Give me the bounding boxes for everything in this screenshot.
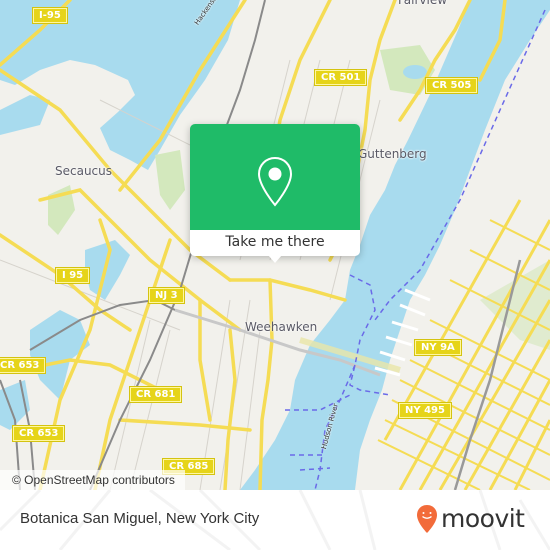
road-shield-cr501: CR 501: [315, 70, 367, 85]
map-pin-icon: [257, 156, 293, 207]
road-shield-ny9a: NY 9A: [415, 340, 461, 355]
road-shield-cr505: CR 505: [426, 78, 478, 93]
take-me-there-button[interactable]: Take me there: [190, 230, 360, 256]
road-shield-i95-south: I 95: [56, 268, 90, 283]
location-popup[interactable]: Take me there: [190, 124, 360, 263]
place-label-weehawken: Weehawken: [245, 320, 318, 334]
road-shield-ny495: NY 495: [399, 403, 451, 418]
road-shield-nj3: NJ 3: [149, 288, 184, 303]
footer-bar: Botanica San Miguel, New York City moovi…: [0, 490, 550, 550]
map-canvas[interactable]: Fairview Secaucus Guttenberg Weehawken H…: [0, 0, 550, 490]
marsh-lake-1: [85, 240, 130, 300]
map-attribution[interactable]: © OpenStreetMap contributors: [0, 470, 185, 490]
moovit-logo[interactable]: moovit: [416, 504, 525, 534]
hackensack-channel: [0, 95, 50, 135]
place-name: Botanica San Miguel, New York City: [20, 510, 260, 527]
road-shield-i95-north: I-95: [33, 8, 67, 23]
moovit-pin-icon: [417, 505, 437, 533]
pond: [403, 65, 427, 79]
popup-header: [190, 124, 360, 230]
road-shield-cr681: CR 681: [130, 387, 182, 402]
place-label-secaucus: Secaucus: [55, 164, 113, 178]
road-shield-cr653-upper: CR 653: [0, 358, 46, 373]
road-shield-cr653-lower: CR 653: [13, 426, 65, 441]
place-label-guttenberg: Guttenberg: [358, 147, 427, 161]
popup-pointer: [268, 255, 282, 263]
moovit-logo-text: moovit: [441, 504, 525, 533]
place-label-fairview: Fairview: [398, 0, 448, 7]
park-1: [155, 150, 185, 210]
